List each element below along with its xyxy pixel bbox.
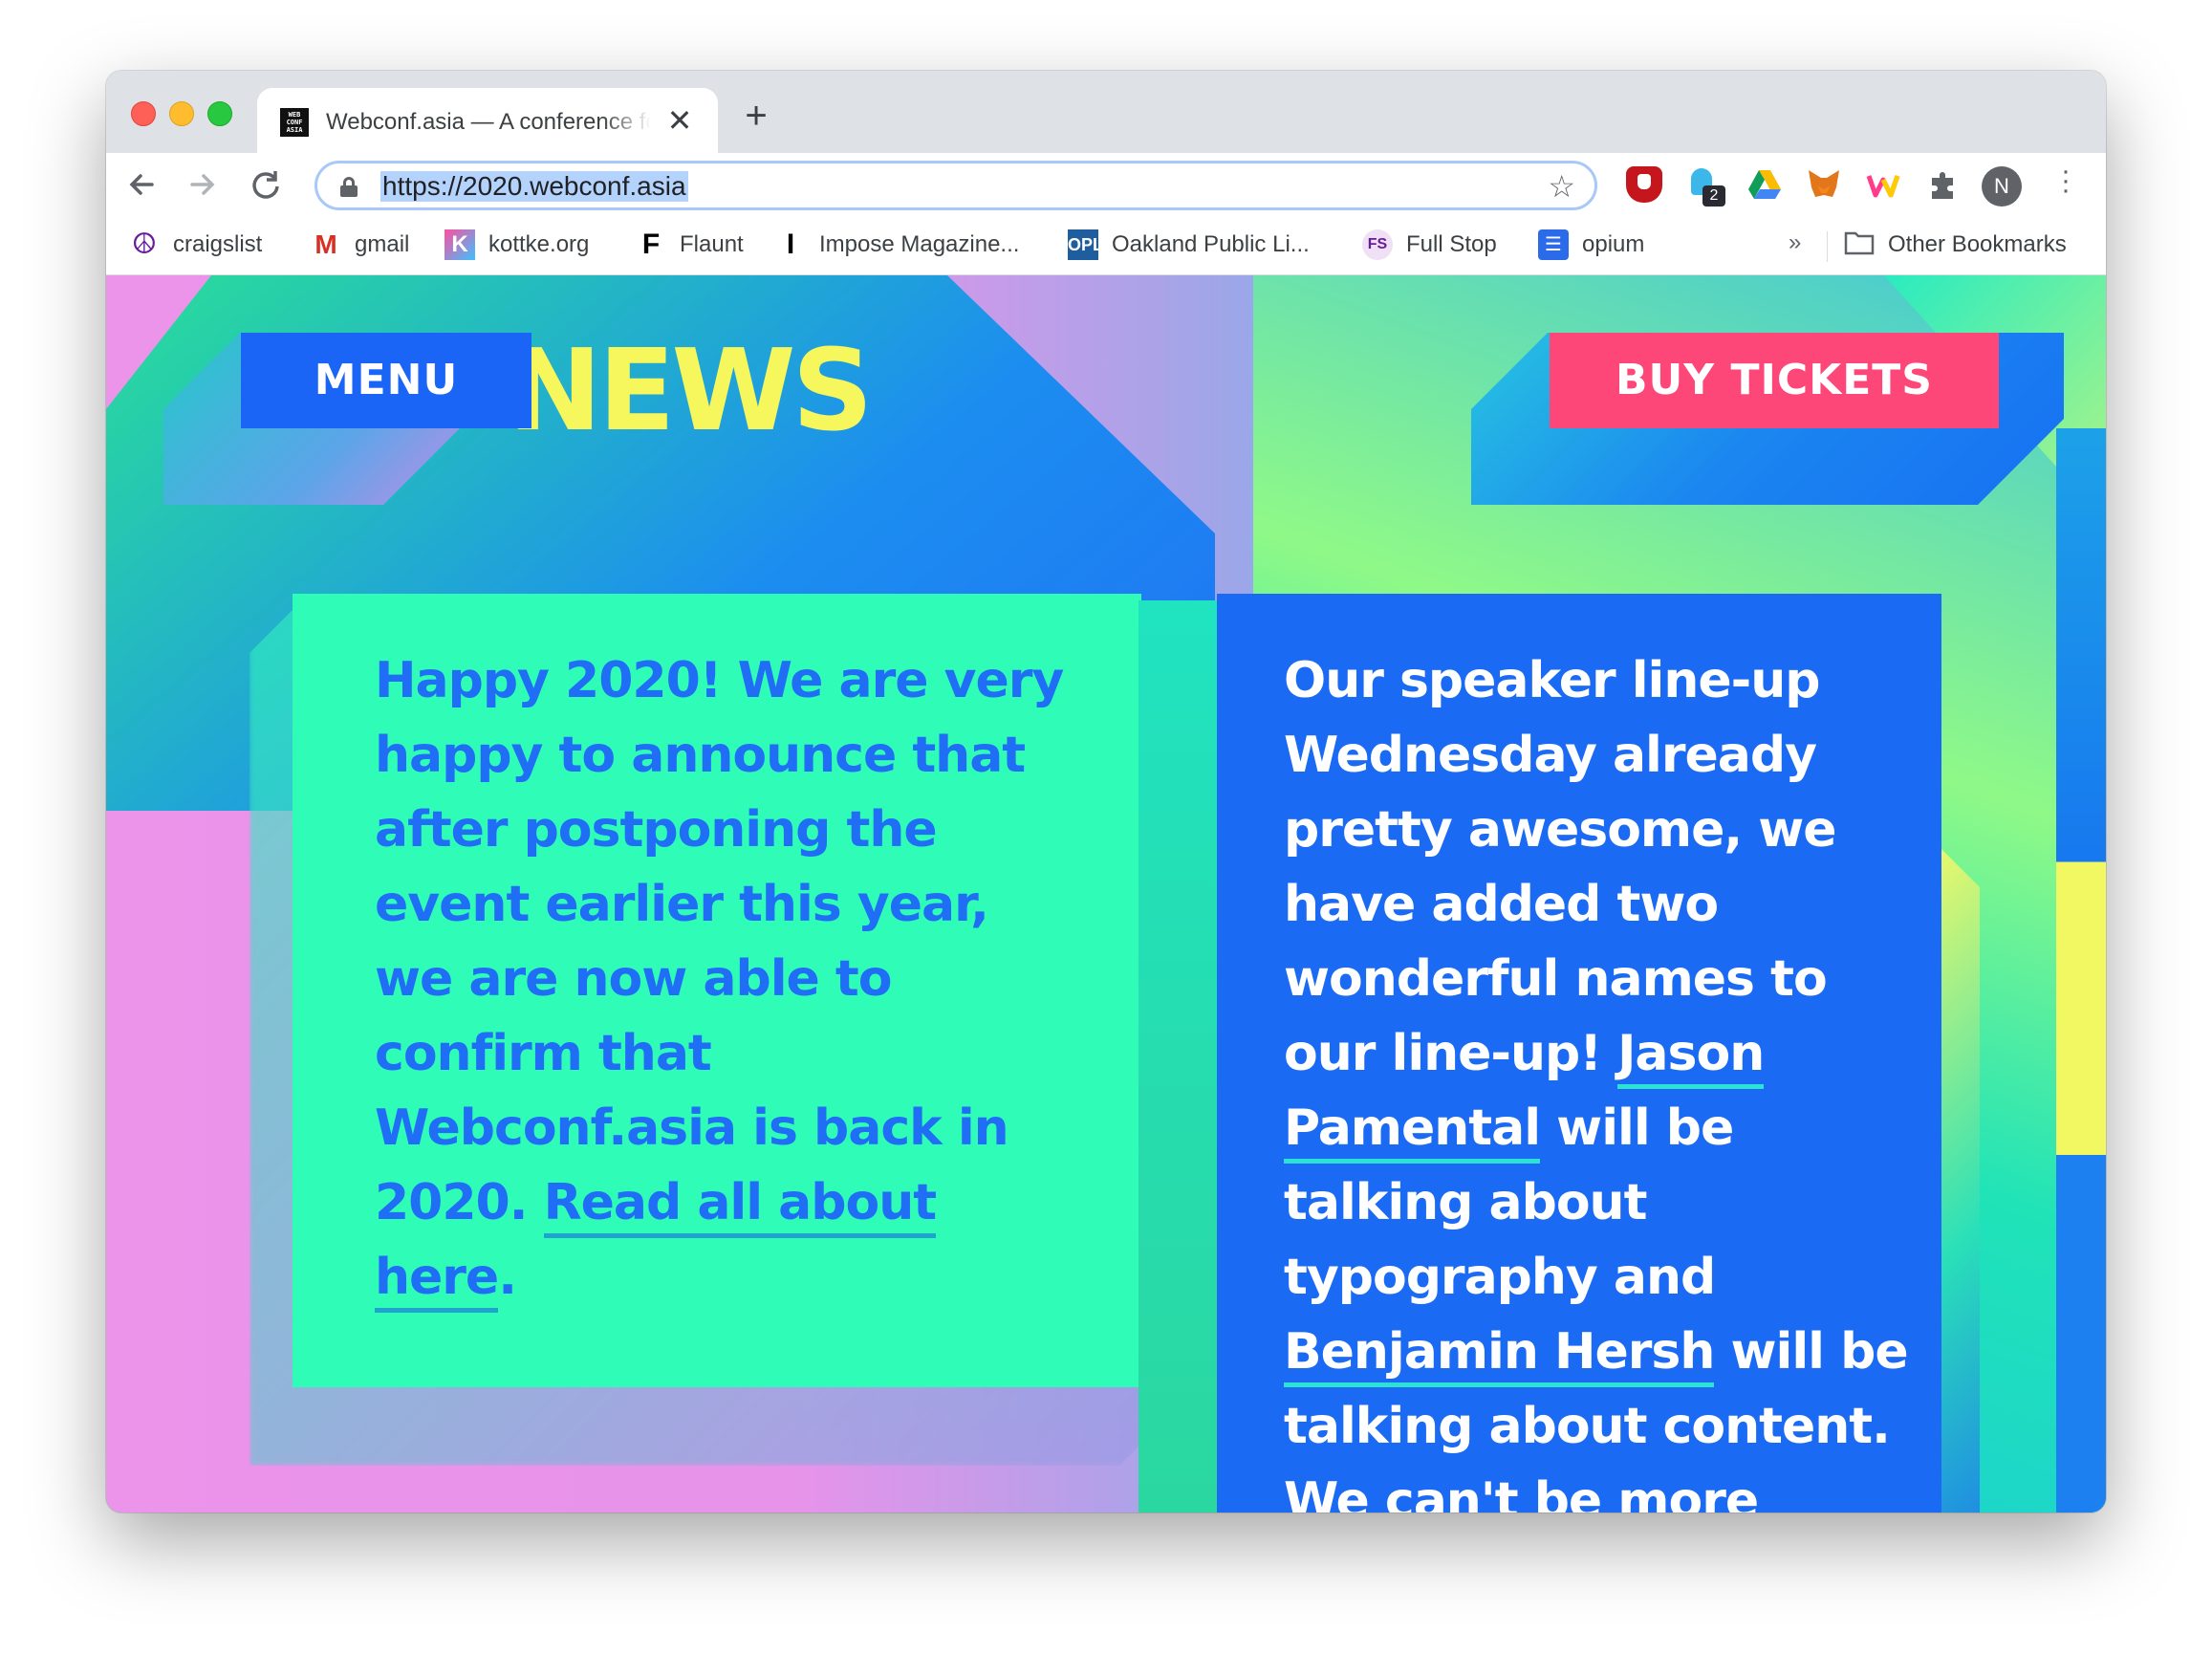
news-card-2020: Happy 2020! We are very happy to announc… [293, 594, 1141, 1387]
bookmark-flaunt[interactable]: F Flaunt [636, 226, 744, 264]
speaker-card-body: Our speaker line-up Wednesday already pr… [1284, 643, 1915, 1513]
minimize-window-button[interactable] [169, 101, 194, 126]
bookmark-kottke[interactable]: K kottke.org [445, 226, 589, 264]
extensions-puzzle-icon[interactable] [1924, 166, 1961, 203]
menu-button[interactable]: MENU [241, 333, 531, 428]
webpage: NEWS MENU BUY TICKETS Happy 2020! We are… [106, 275, 2106, 1513]
bookmarks-overflow-chevron-icon[interactable]: » [1789, 229, 1801, 256]
url-text[interactable]: https://2020.webconf.asia [380, 171, 688, 202]
w-extension-icon[interactable] [1865, 166, 1901, 203]
bookmark-oakland-library[interactable]: OPL Oakland Public Li... [1068, 226, 1310, 264]
google-drive-icon[interactable] [1746, 166, 1783, 203]
fullstop-icon: FS [1362, 229, 1393, 260]
kottke-icon: K [445, 229, 475, 260]
bookmark-label: kottke.org [488, 231, 590, 257]
tab-strip: WEB CONF ASIA Webconf.asia — A conferenc… [106, 71, 2106, 155]
other-bookmarks[interactable]: Other Bookmarks [1844, 226, 2067, 264]
page-heading: NEWS [508, 324, 874, 456]
bookmark-impose[interactable]: I Impose Magazine... [775, 226, 1020, 264]
news-card-text: Happy 2020! We are very happy to announc… [375, 652, 1064, 1231]
lock-icon[interactable] [340, 177, 358, 197]
tab-title: Webconf.asia — A conference for web desi… [326, 109, 651, 135]
zoom-window-button[interactable] [207, 101, 232, 126]
bookmark-gmail[interactable]: M gmail [311, 226, 409, 264]
browser-window: WEB CONF ASIA Webconf.asia — A conferenc… [106, 71, 2106, 1513]
speaker-card: Our speaker line-up Wednesday already pr… [1217, 594, 1941, 1513]
bookmarks-bar: ☮ craigslist M gmail K kottke.org F Flau… [106, 216, 2106, 275]
bookmark-label: Oakland Public Li... [1112, 231, 1310, 257]
speaker-link-benjamin-hersh[interactable]: Benjamin Hersh [1284, 1323, 1715, 1387]
new-tab-button[interactable]: + [737, 97, 775, 136]
metamask-fox-icon[interactable] [1806, 166, 1842, 203]
active-tab[interactable]: WEB CONF ASIA Webconf.asia — A conferenc… [257, 88, 718, 155]
ghostery-extension-icon[interactable]: 2 [1685, 166, 1725, 207]
bookmark-craigslist[interactable]: ☮ craigslist [129, 226, 263, 264]
news-card-period: . [498, 1249, 517, 1306]
bookmark-label: Flaunt [680, 231, 744, 257]
bg-shape-edge [2056, 428, 2106, 1513]
opium-icon: ☰ [1538, 229, 1569, 260]
bookmarks-divider [1827, 231, 1828, 262]
bookmark-label: craigslist [173, 231, 263, 257]
reload-icon[interactable] [246, 164, 286, 205]
ublock-extension-icon[interactable] [1626, 166, 1662, 203]
peace-icon: ☮ [131, 229, 158, 260]
close-window-button[interactable] [131, 101, 156, 126]
close-tab-icon[interactable]: ✕ [664, 103, 695, 138]
speaker-card-intro: Our speaker line-up Wednesday already pr… [1284, 652, 1837, 1082]
webconf-favicon-icon: WEB CONF ASIA [280, 108, 309, 137]
forward-arrow-icon[interactable] [183, 164, 223, 205]
extension-badge: 2 [1702, 185, 1725, 207]
bookmark-label: gmail [355, 231, 410, 257]
gmail-icon: M [314, 229, 337, 259]
flaunt-icon: F [641, 229, 661, 260]
buy-tickets-button[interactable]: BUY TICKETS [1550, 333, 1999, 428]
bookmark-star-icon[interactable]: ☆ [1548, 169, 1575, 204]
folder-icon [1844, 229, 1875, 260]
bookmark-full-stop[interactable]: FS Full Stop [1362, 226, 1497, 264]
library-icon: OPL [1068, 229, 1103, 260]
bookmark-label: Impose Magazine... [819, 231, 1020, 257]
news-card-body: Happy 2020! We are very happy to announc… [375, 643, 1073, 1315]
other-bookmarks-label: Other Bookmarks [1888, 231, 2067, 257]
bookmark-label: opium [1582, 231, 1645, 257]
profile-avatar[interactable]: N [1982, 166, 2022, 207]
toolbar: https://2020.webconf.asia ☆ 2 N · · · [106, 153, 2106, 216]
browser-menu-icon[interactable]: · · · [2056, 157, 2075, 205]
back-arrow-icon[interactable] [121, 164, 162, 205]
bookmark-label: Full Stop [1406, 231, 1497, 257]
address-bar[interactable]: https://2020.webconf.asia ☆ [314, 161, 1597, 210]
bookmark-opium[interactable]: ☰ opium [1538, 226, 1644, 264]
impose-icon: I [786, 229, 795, 260]
